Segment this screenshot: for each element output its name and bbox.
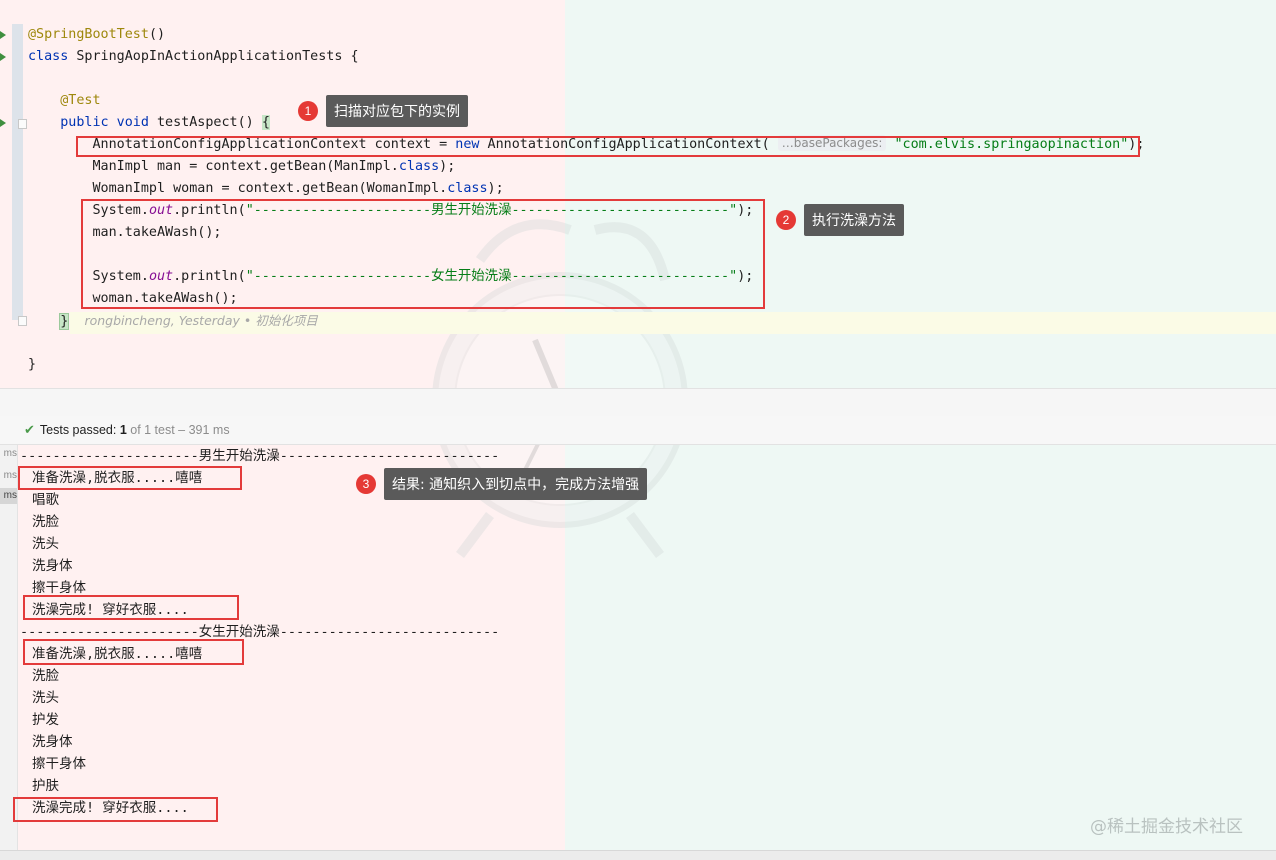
test-status-bar: ✔ Tests passed: 1 of 1 test – 391 ms: [0, 416, 1276, 445]
console-line: 洗头: [32, 690, 59, 706]
highlight-box-output-4: [13, 797, 218, 822]
code-token: (): [148, 27, 166, 42]
console-line: 洗身体: [32, 734, 73, 750]
duration-label[interactable]: ms: [0, 470, 17, 481]
callout-2-text: 执行洗澡方法: [804, 204, 904, 236]
run-class-icon[interactable]: [0, 31, 6, 39]
callout-3-badge: 3: [356, 474, 376, 494]
code-token: testAspect(): [148, 115, 262, 130]
callout-1: 1 扫描对应包下的实例: [298, 95, 468, 127]
callout-2: 2 执行洗澡方法: [776, 204, 904, 236]
code-token: ManImpl man = context.getBean(ManImpl.: [28, 159, 399, 174]
code-token: WomanImpl woman = context.getBean(WomanI…: [28, 181, 448, 196]
highlight-box-takeawash: [81, 199, 765, 309]
console-line: 护肤: [32, 778, 59, 794]
console-line: 唱歌: [32, 492, 59, 508]
console-line: ----------------------男生开始洗澡------------…: [20, 448, 500, 464]
duration-label[interactable]: ms: [0, 448, 17, 459]
highlight-box-output-1: [18, 466, 242, 490]
callout-1-text: 扫描对应包下的实例: [326, 95, 468, 127]
code-line-class-close-line[interactable]: }: [28, 354, 36, 376]
code-line-method-close-line[interactable]: } rongbincheng, Yesterday • 初始化项目: [28, 310, 318, 332]
console-line: 擦干身体: [32, 756, 86, 772]
code-line-getbean-man-line[interactable]: ManImpl man = context.getBean(ManImpl.cl…: [28, 156, 455, 178]
vcs-change-gutter: [12, 24, 23, 320]
code-token: class: [28, 49, 69, 64]
fold-end-icon[interactable]: [18, 316, 27, 326]
code-token: SpringAopInActionApplicationTests {: [68, 49, 359, 64]
code-line-annotation-test[interactable]: @Test: [28, 90, 101, 112]
code-token: @Test: [60, 93, 101, 108]
console-line: 洗脸: [32, 668, 59, 684]
callout-1-badge: 1: [298, 101, 318, 121]
code-line-class-declaration[interactable]: class SpringAopInActionApplicationTests …: [28, 46, 359, 68]
console-line: 洗头: [32, 536, 59, 552]
panel-divider[interactable]: [0, 388, 1276, 418]
git-blame-annotation: rongbincheng, Yesterday • 初始化项目: [84, 313, 318, 328]
tests-passed-detail: of 1 test – 391 ms: [126, 423, 230, 437]
fold-method-icon[interactable]: [18, 119, 27, 129]
tests-passed-label: Tests passed:: [39, 423, 120, 437]
code-line-annotation-springboottest[interactable]: @SpringBootTest(): [28, 24, 165, 46]
highlight-box-output-3: [23, 639, 244, 665]
code-token: public void: [60, 115, 149, 130]
callout-2-badge: 2: [776, 210, 796, 230]
callout-3-text: 结果: 通知织入到切点中，完成方法增强: [384, 468, 648, 500]
highlight-box-context: [76, 136, 1140, 157]
console-line: 护发: [32, 712, 59, 728]
tests-passed-count: 1: [119, 423, 127, 437]
code-token: {: [261, 115, 270, 130]
code-token: class: [447, 181, 488, 196]
highlight-box-output-2: [23, 595, 239, 620]
code-token: );: [439, 159, 456, 174]
console-line: 洗脸: [32, 514, 59, 530]
code-line-method-signature[interactable]: public void testAspect() {: [28, 112, 270, 134]
code-editor[interactable]: @SpringBootTest() class SpringAopInAction…: [0, 0, 1276, 388]
run-test-icon[interactable]: [0, 119, 6, 127]
callout-3: 3 结果: 通知织入到切点中，完成方法增强: [356, 468, 648, 500]
code-token: class: [398, 159, 440, 174]
code-token: @SpringBootTest: [28, 27, 149, 42]
code-token: }: [28, 357, 37, 372]
console-line: 洗身体: [32, 558, 73, 574]
code-line-getbean-woman-line[interactable]: WomanImpl woman = context.getBean(WomanI…: [28, 178, 504, 200]
watermark-text: @稀土掘金技术社区: [1090, 817, 1243, 837]
run-class-icon-2[interactable]: [0, 53, 6, 61]
duration-label-selected[interactable]: ms: [0, 488, 17, 504]
code-token: );: [487, 181, 504, 196]
check-icon: ✔: [24, 422, 35, 437]
